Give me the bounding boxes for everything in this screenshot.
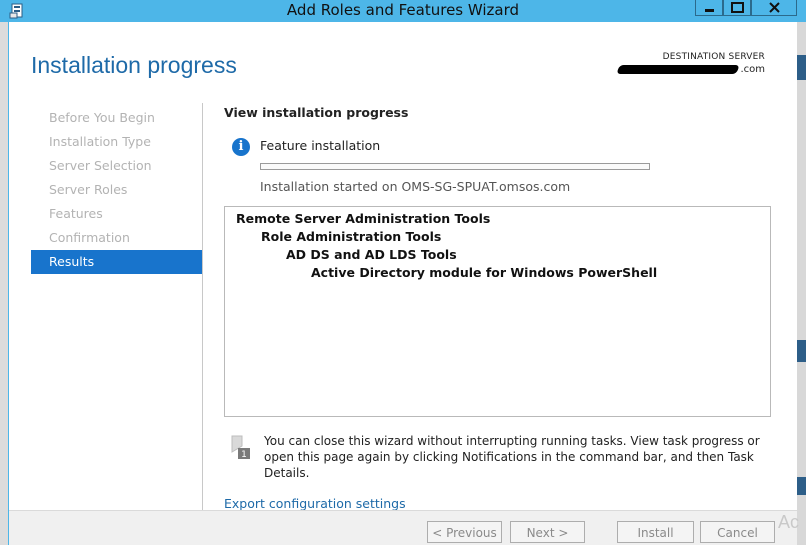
wizard-body: Installation progress DESTINATION SERVER… [9, 22, 797, 545]
export-configuration-link[interactable]: Export configuration settings [224, 496, 406, 511]
page-title: Installation progress [31, 52, 237, 78]
wizard-window: Add Roles and Features Wizard Installati… [0, 0, 806, 545]
nav-step-features: Features [49, 206, 103, 221]
maximize-icon [731, 2, 744, 13]
redacted-server-name [616, 64, 741, 74]
tree-item-ad-powershell-module: Active Directory module for Windows Powe… [311, 265, 658, 280]
tree-item-role-admin-tools: Role Administration Tools [261, 229, 442, 244]
background-window-right [797, 22, 806, 545]
title-bar[interactable]: Add Roles and Features Wizard [0, 0, 806, 22]
minimize-button[interactable] [695, 0, 723, 16]
wizard-footer: < Previous Next > Install Cancel [9, 510, 797, 545]
svg-text:1: 1 [241, 450, 247, 460]
tree-item-ad-ds-tools: AD DS and AD LDS Tools [286, 247, 457, 262]
minimize-icon [705, 9, 714, 12]
close-icon [769, 2, 780, 13]
previous-button[interactable]: < Previous [427, 521, 502, 543]
next-button[interactable]: Next > [510, 521, 585, 543]
nav-step-server-roles: Server Roles [49, 182, 128, 197]
wizard-steps-nav: Before You Begin Installation Type Serve… [31, 106, 202, 274]
cancel-button[interactable]: Cancel [700, 521, 775, 543]
window-title: Add Roles and Features Wizard [286, 1, 520, 19]
feature-installation-label: Feature installation [260, 138, 381, 153]
section-heading: View installation progress [224, 105, 409, 120]
install-button[interactable]: Install [617, 521, 694, 543]
nav-divider [202, 103, 203, 513]
nav-step-before-you-begin: Before You Begin [49, 110, 155, 125]
destination-server-label: DESTINATION SERVER [662, 52, 765, 62]
nav-step-server-selection: Server Selection [49, 158, 152, 173]
background-window-left [0, 22, 8, 545]
results-tree-box[interactable]: Remote Server Administration Tools Role … [224, 206, 771, 417]
maximize-button[interactable] [723, 0, 751, 16]
info-icon: i [232, 138, 250, 156]
nav-step-installation-type: Installation Type [49, 134, 151, 149]
installation-progress-bar [260, 163, 650, 170]
destination-server-value: .com [616, 64, 765, 75]
tree-item-rsat: Remote Server Administration Tools [236, 211, 491, 226]
activation-watermark: Ac [778, 512, 800, 532]
nav-step-results[interactable]: Results [31, 250, 202, 274]
notification-flag-icon: 1 [229, 434, 251, 460]
close-wizard-note: You can close this wizard without interr… [264, 434, 760, 480]
nav-step-confirmation: Confirmation [49, 230, 130, 245]
main-content: View installation progress i Feature ins… [224, 104, 784, 511]
close-button[interactable] [751, 0, 797, 16]
installation-started-text: Installation started on OMS-SG-SPUAT.oms… [260, 179, 571, 194]
